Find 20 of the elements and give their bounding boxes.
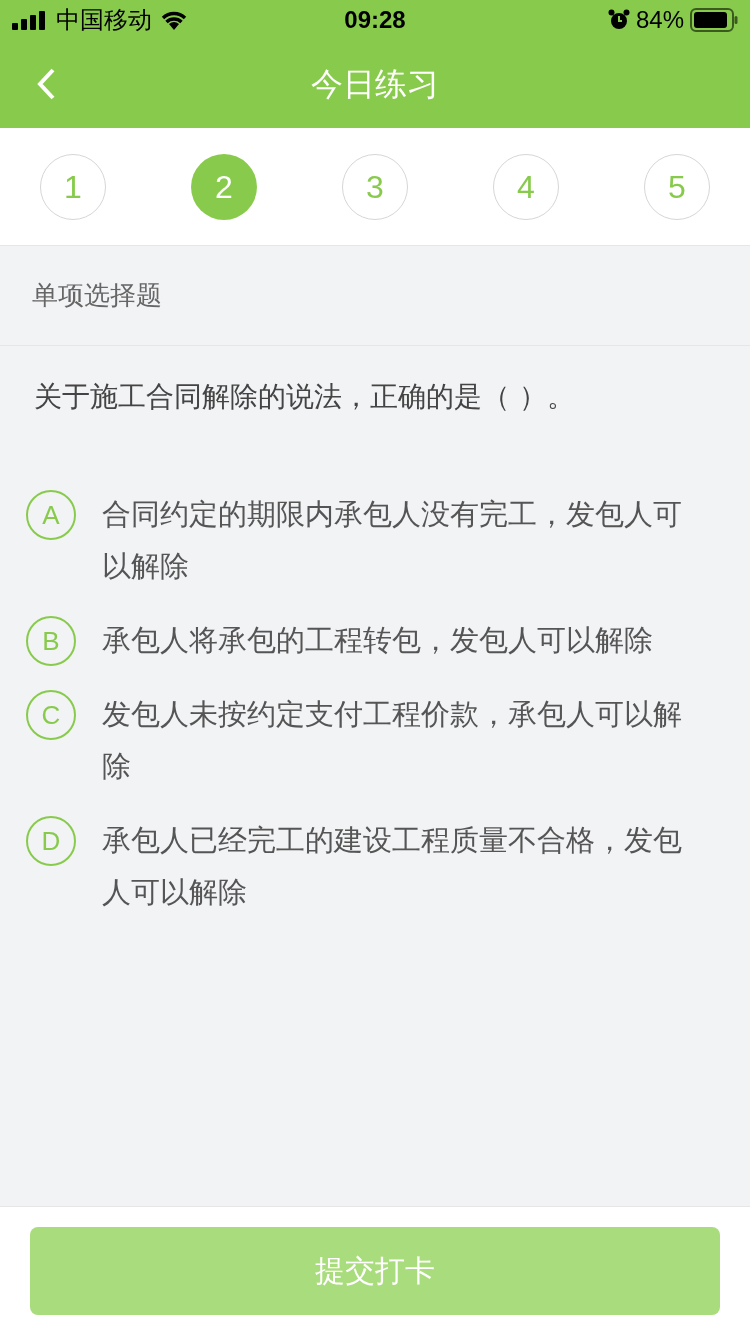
carrier-name: 中国移动 [56,5,152,36]
signal-icon [12,10,48,30]
option-letter-radio[interactable]: A [26,490,76,540]
back-icon [35,67,57,101]
question-text: 关于施工合同解除的说法，正确的是（ ）。 [34,380,575,413]
option-text[interactable]: 承包人将承包的工程转包，发包人可以解除 [102,614,702,666]
option-text[interactable]: 合同约定的期限内承包人没有完工，发包人可以解除 [102,488,702,592]
option-text[interactable]: 发包人未按约定支付工程价款，承包人可以解除 [102,688,702,792]
page-title: 今日练习 [311,64,439,105]
question-number-tab[interactable]: 2 [191,153,257,220]
wifi-icon [160,9,188,31]
option-letter-radio[interactable]: C [26,690,76,740]
option-letter-radio[interactable]: B [26,616,76,666]
option-text[interactable]: 承包人已经完工的建设工程质量不合格，发包人可以解除 [102,814,702,918]
battery-icon [690,8,738,32]
battery-percent: 84% [635,5,684,35]
clock-time: 09:28 [343,5,407,35]
question-type-label: 单项选择题 [32,279,162,312]
alarm-icon [607,9,630,31]
option-letter-radio[interactable]: D [26,816,76,866]
